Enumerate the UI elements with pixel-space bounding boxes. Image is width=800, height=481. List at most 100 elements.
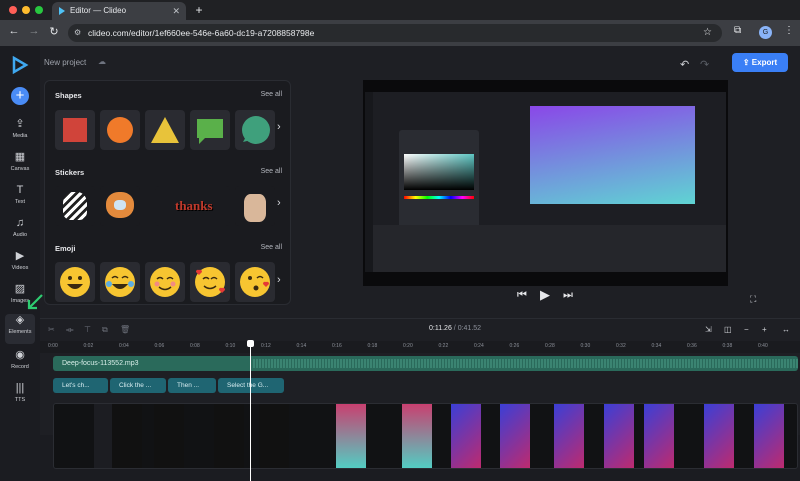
export-button[interactable]: ⇪ Export: [732, 53, 788, 72]
playhead[interactable]: [250, 342, 251, 481]
ruler-tick: 0:40: [758, 343, 768, 349]
emoji-kiss[interactable]: [235, 262, 275, 302]
emoji-next-icon[interactable]: ›: [277, 274, 281, 286]
music-icon: ♫: [15, 217, 25, 229]
sticker-zebra[interactable]: [55, 186, 95, 226]
video-thumbnail: [154, 404, 184, 468]
shape-triangle[interactable]: [145, 110, 185, 150]
skip-back-icon[interactable]: ⏮: [517, 289, 527, 302]
emoji-blush[interactable]: [145, 262, 185, 302]
ruler-tick: 0:28: [545, 343, 555, 349]
delete-icon[interactable]: 🗑: [120, 325, 130, 334]
shape-square[interactable]: [55, 110, 95, 150]
subtitle-clip[interactable]: Click the ...: [110, 378, 166, 393]
playhead-handle[interactable]: [247, 340, 254, 347]
emoji-hearts[interactable]: [190, 262, 230, 302]
browser-tab[interactable]: Editor — Clideo ✕: [52, 2, 186, 20]
redo-icon[interactable]: ↷: [700, 58, 709, 71]
emoji-see-all-link[interactable]: See all: [261, 244, 282, 251]
emoji-title: Emoji: [55, 244, 76, 253]
timecode: 0:11.26 / 0:41.52: [429, 325, 481, 332]
trim-icon[interactable]: ⟚: [66, 325, 74, 335]
sticker-portrait[interactable]: [235, 186, 275, 226]
video-preview[interactable]: [363, 80, 728, 286]
snap-icon[interactable]: ◫: [724, 325, 732, 334]
reload-icon[interactable]: ↻: [46, 25, 62, 38]
align-icon[interactable]: ⊤: [84, 325, 91, 334]
extensions-icon[interactable]: ⧉: [734, 25, 741, 36]
clideo-logo-icon: [12, 56, 29, 74]
ruler-tick: 0:38: [722, 343, 733, 349]
ruler-tick: 0:10: [225, 343, 236, 349]
ruler-tick: 0:24: [474, 343, 484, 349]
url-bar[interactable]: ⚙ clideo.com/editor/1ef660ee-546e-6a60-d…: [68, 24, 722, 42]
preview-canvas: [530, 106, 695, 204]
video-thumbnail: [644, 404, 674, 468]
audio-clip[interactable]: Deep-focus-113552.mp3: [53, 356, 798, 371]
project-title[interactable]: New project: [44, 58, 86, 67]
shapes-next-icon[interactable]: ›: [277, 121, 281, 133]
shapes-see-all-link[interactable]: See all: [261, 91, 282, 98]
sticker-thanks[interactable]: thanks: [155, 186, 230, 226]
subtitle-text: Then ...: [177, 382, 200, 389]
profile-avatar[interactable]: G: [759, 26, 772, 39]
subtitle-text: Select the G...: [227, 382, 269, 389]
maximize-window-dot[interactable]: [35, 6, 43, 14]
sidebar-item-label: Videos: [11, 265, 29, 271]
site-info-icon[interactable]: ⚙: [74, 24, 81, 42]
sidebar-item-tts[interactable]: ||| TTS: [0, 382, 40, 412]
emoji-joy[interactable]: [100, 262, 140, 302]
copy-icon[interactable]: ⧉: [102, 325, 108, 335]
sidebar-item-label: Audio: [12, 232, 28, 238]
fit-icon[interactable]: ⇲: [705, 325, 712, 334]
new-tab-button[interactable]: +: [192, 2, 206, 18]
add-media-button[interactable]: +: [11, 87, 29, 105]
video-thumbnail: [500, 404, 530, 468]
current-time: 0:11.26: [429, 325, 452, 332]
sticker-cat[interactable]: [100, 186, 140, 226]
timeline-ruler[interactable]: 0:00 0:02 0:04 0:06 0:08 0:10 0:12 0:14 0:16 0:18…: [40, 341, 800, 353]
stickers-see-all-link[interactable]: See all: [261, 168, 282, 175]
fullscreen-icon[interactable]: ⛶: [750, 294, 756, 305]
play-button[interactable]: ▶: [540, 287, 550, 303]
skip-forward-icon[interactable]: ⏭: [563, 289, 573, 302]
sidebar-item-media[interactable]: ⇪ Media: [0, 118, 40, 148]
back-icon[interactable]: ←: [6, 25, 22, 37]
emoji-grin[interactable]: [55, 262, 95, 302]
sidebar-item-videos[interactable]: ▶ Videos: [0, 250, 40, 280]
export-label: Export: [751, 58, 778, 67]
undo-icon[interactable]: ↶: [680, 58, 689, 71]
sidebar-item-canvas[interactable]: ▦ Canvas: [0, 151, 40, 181]
video-thumbnail: [259, 404, 289, 468]
sidebar-item-label: Media: [12, 133, 28, 139]
shape-round-bubble[interactable]: [235, 110, 275, 150]
stickers-next-icon[interactable]: ›: [277, 197, 281, 209]
forward-icon[interactable]: →: [26, 25, 42, 37]
upload-icon: ⇪: [742, 58, 752, 67]
browser-menu-icon[interactable]: ⋮: [784, 25, 794, 36]
subtitle-clip[interactable]: Select the G...: [218, 378, 284, 393]
left-sidebar: + ⇪ Media ▦ Canvas T Text ♫ Audio ▶ Vide…: [0, 46, 40, 435]
zoom-out-icon[interactable]: −: [744, 325, 749, 334]
video-track[interactable]: [53, 403, 798, 469]
shape-circle[interactable]: [100, 110, 140, 150]
sticker-thanks-text: thanks: [175, 198, 213, 213]
editor-app: + ⇪ Media ▦ Canvas T Text ♫ Audio ▶ Vide…: [0, 46, 800, 481]
split-icon[interactable]: ✂: [48, 325, 55, 334]
sidebar-item-text[interactable]: T Text: [0, 184, 40, 214]
sidebar-item-record[interactable]: ◉ Record: [0, 349, 40, 379]
close-tab-icon[interactable]: ✕: [172, 2, 180, 20]
minimize-window-dot[interactable]: [22, 6, 30, 14]
zoom-in-icon[interactable]: +: [762, 325, 767, 334]
shape-speech-bubble[interactable]: [190, 110, 230, 150]
sidebar-item-audio[interactable]: ♫ Audio: [0, 217, 40, 247]
tab-strip: Editor — Clideo ✕ +: [0, 0, 800, 20]
subtitle-clip[interactable]: Then ...: [168, 378, 216, 393]
expand-timeline-icon[interactable]: ↔: [782, 325, 790, 334]
bookmark-star-icon[interactable]: ☆: [703, 24, 712, 42]
annotation-arrow-icon: [27, 294, 43, 310]
ruler-tick: 0:18: [367, 343, 378, 349]
subtitle-clip[interactable]: Let's ch...: [53, 378, 108, 393]
close-window-dot[interactable]: [9, 6, 17, 14]
sidebar-item-elements[interactable]: ◈ Elements: [5, 314, 35, 344]
